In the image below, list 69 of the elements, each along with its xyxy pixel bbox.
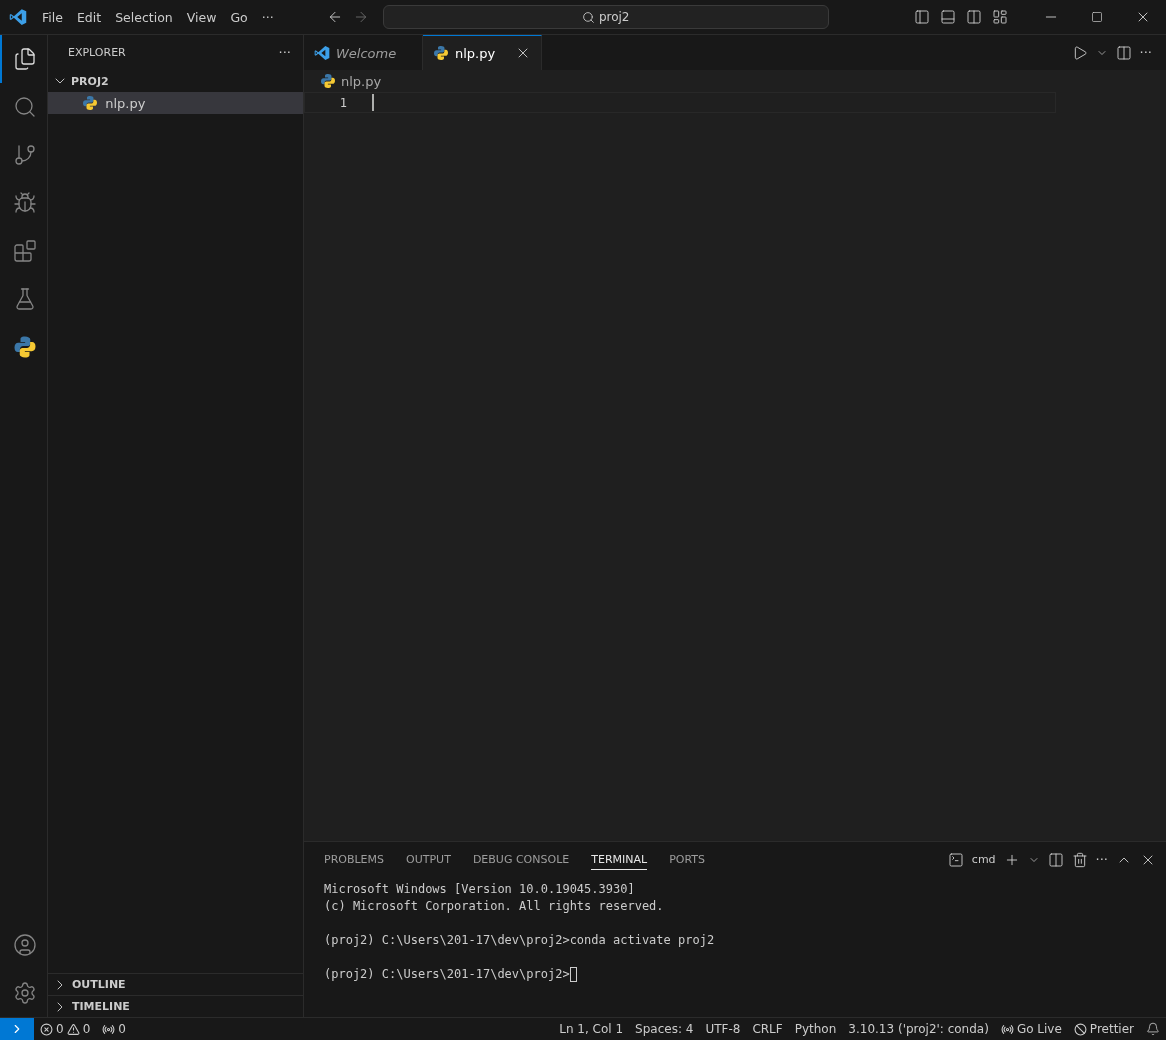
files-icon[interactable] — [12, 47, 37, 71]
toggle-sidebar-icon[interactable] — [914, 9, 930, 25]
search-icon — [581, 10, 595, 24]
menu-item[interactable]: Go — [223, 9, 255, 25]
maximize-icon[interactable] — [1091, 11, 1103, 23]
more-actions[interactable]: ··· — [1095, 852, 1108, 867]
settings-icon[interactable] — [12, 981, 37, 1005]
panel-tab[interactable]: OUTPUT — [406, 849, 451, 870]
prettier-status[interactable]: Prettier — [1067, 1022, 1140, 1036]
menu-item[interactable]: View — [179, 9, 224, 25]
more-actions[interactable]: ··· — [278, 45, 291, 60]
terminal-icon[interactable] — [947, 851, 964, 868]
broadcast-icon — [102, 1022, 116, 1036]
section-header[interactable]: OUTLINE — [72, 978, 126, 991]
file-tree-item[interactable]: nlp.py — [48, 92, 303, 114]
terminal-line: (proj2) C:\Users\201-17\dev\proj2> — [324, 966, 570, 983]
section-header[interactable]: TIMELINE — [72, 1000, 130, 1013]
go-live-status[interactable]: Go Live — [994, 1022, 1068, 1036]
panel-tab[interactable]: PORTS — [669, 849, 705, 870]
terminal-line: (proj2) C:\Users\201-17\dev\proj2>conda activate proj2 — [324, 932, 715, 949]
trash-icon[interactable] — [1071, 851, 1088, 868]
search-icon[interactable] — [12, 95, 37, 119]
ports-status[interactable]: 0 — [96, 1022, 132, 1036]
terminal-cursor — [569, 967, 577, 982]
status-item[interactable]: UTF-8 — [699, 1022, 747, 1036]
terminal-line: Microsoft Windows [Version 10.0.19045.3930] — [324, 881, 635, 898]
breadcrumb[interactable]: nlp.py — [341, 73, 382, 89]
python-icon — [12, 335, 37, 359]
menu-item[interactable]: Edit — [69, 9, 109, 25]
source-control-icon[interactable] — [12, 143, 37, 167]
toggle-panel-icon[interactable] — [940, 9, 956, 25]
panel-tab[interactable]: TERMINAL — [591, 849, 648, 870]
warning-icon — [66, 1022, 80, 1036]
extensions-icon[interactable] — [12, 239, 37, 263]
python-icon — [433, 45, 449, 61]
sidebar-title: EXPLORER — [68, 46, 126, 59]
panel-tab[interactable]: DEBUG CONSOLE — [472, 849, 570, 870]
menu-item[interactable]: Selection — [108, 9, 180, 25]
status-item[interactable]: 3.10.13 ('proj2': conda) — [842, 1022, 995, 1036]
python-icon — [82, 95, 98, 111]
status-item[interactable]: Ln 1, Col 1 — [553, 1022, 630, 1036]
status-item[interactable]: Python — [788, 1022, 843, 1036]
status-item[interactable]: Spaces: 4 — [629, 1022, 700, 1036]
account-icon[interactable] — [12, 933, 37, 957]
vscode-logo-icon — [314, 45, 330, 61]
problems-status[interactable]: 0 0 — [34, 1022, 97, 1036]
editor-tab[interactable]: nlp.py — [423, 35, 542, 70]
customize-layout-icon[interactable] — [992, 9, 1008, 25]
folder-name[interactable]: PROJ2 — [71, 74, 109, 88]
prohibited-icon — [1073, 1022, 1087, 1036]
run-debug-icon[interactable] — [12, 191, 37, 215]
text-cursor — [372, 94, 374, 111]
more-actions[interactable]: ··· — [1139, 45, 1152, 60]
status-item[interactable]: CRLF — [746, 1022, 789, 1036]
broadcast-icon — [1000, 1022, 1014, 1036]
terminal-line: (c) Microsoft Corporation. All rights reserved. — [324, 898, 664, 915]
toggle-secondary-sidebar-icon[interactable] — [966, 9, 982, 25]
line-number: 1 — [338, 95, 348, 110]
shell-name[interactable]: cmd — [971, 853, 996, 866]
notifications-icon[interactable] — [1146, 1022, 1160, 1036]
split-editor-icon[interactable] — [1115, 44, 1132, 61]
python-icon — [320, 73, 336, 89]
error-icon — [40, 1022, 53, 1036]
menu-item[interactable]: ··· — [254, 9, 281, 25]
command-center-search[interactable]: proj2 — [382, 5, 829, 29]
vscode-logo-icon — [8, 8, 27, 26]
panel-tab[interactable]: PROBLEMS — [324, 849, 385, 870]
menu-item[interactable]: File — [35, 9, 70, 25]
split-terminal-icon[interactable] — [1047, 851, 1064, 868]
